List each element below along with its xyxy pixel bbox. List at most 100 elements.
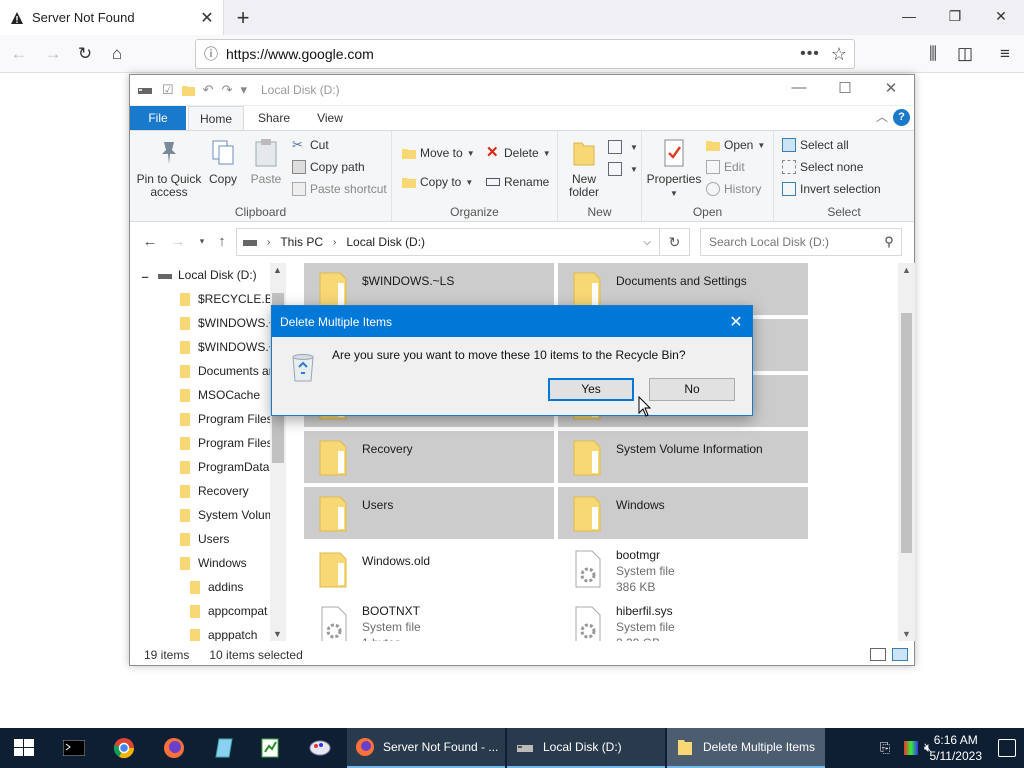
nav-item[interactable]: Program Files (178, 407, 273, 431)
back-arrow-icon[interactable]: ← (8, 43, 30, 65)
network-icon[interactable]: ⎘ (880, 740, 898, 756)
taskbar-clock[interactable]: 6:16 AM 5/11/2023 (930, 732, 983, 764)
close-tab-icon[interactable]: ✕ (197, 8, 217, 28)
paste-button[interactable]: Paste (246, 137, 286, 186)
nav-item[interactable]: $RECYCLE.BIN (178, 287, 285, 311)
undo-icon[interactable]: ↶ (203, 82, 214, 98)
chrome-icon[interactable] (100, 728, 148, 768)
rename-button[interactable]: Rename (486, 172, 549, 192)
new-folder-button[interactable]: New folder (562, 137, 606, 199)
history-button[interactable]: History (706, 179, 761, 199)
nav-item[interactable]: ▁ Local Disk (D:) (142, 263, 257, 287)
new-item-button[interactable]: ▼ (608, 137, 638, 157)
properties-quick-icon[interactable]: ☑ (162, 82, 174, 98)
tab-file[interactable]: File (130, 106, 186, 130)
notifications-icon[interactable] (998, 739, 1016, 757)
nav-item[interactable]: MSOCache (178, 383, 260, 407)
bookmark-star-icon[interactable]: ☆ (824, 44, 854, 65)
copy-to-button[interactable]: Copy to ▼ (402, 172, 473, 192)
notepad-icon[interactable] (200, 728, 248, 768)
collapse-ribbon-icon[interactable]: ︿ (876, 108, 888, 125)
qat-dropdown-icon[interactable]: ▾ (240, 82, 247, 98)
content-scrollbar-thumb[interactable] (901, 313, 912, 553)
paint-icon[interactable] (296, 728, 344, 768)
new-tab-icon[interactable]: + (232, 5, 254, 31)
nav-item[interactable]: appcompat (188, 599, 267, 623)
move-to-button[interactable]: Move to ▼ (402, 143, 475, 163)
tab-share[interactable]: Share (248, 106, 300, 130)
delete-button[interactable]: ✕ Delete ▼ (486, 143, 551, 163)
paste-shortcut-button[interactable]: Paste shortcut (292, 179, 387, 199)
address-dropdown-icon[interactable]: ⌵ (643, 237, 651, 248)
cut-button[interactable]: ✂ Cut (292, 135, 329, 155)
new-folder-quick-icon[interactable] (181, 84, 195, 96)
explorer-minimize-icon[interactable]: — (776, 79, 822, 96)
search-icon[interactable]: ⚲ (877, 234, 901, 250)
minimize-icon[interactable]: — (886, 0, 932, 35)
url-text[interactable]: https://www.google.com (226, 46, 796, 62)
url-bar[interactable]: ⓘ https://www.google.com ••• ☆ (195, 39, 855, 69)
open-button[interactable]: Open ▼ (706, 135, 765, 155)
invert-selection-button[interactable]: Invert selection (782, 179, 881, 199)
pin-to-quick-access-button[interactable]: Pin to Quick access (136, 137, 202, 199)
breadcrumb-separator-icon[interactable]: › (333, 237, 336, 248)
search-placeholder[interactable]: Search Local Disk (D:) (701, 235, 877, 249)
folder-tile[interactable]: Recovery (304, 431, 554, 483)
nav-item[interactable]: Windows (178, 551, 247, 575)
spreadsheet-icon[interactable] (246, 728, 294, 768)
details-view-icon[interactable] (870, 648, 886, 661)
folder-tile[interactable]: Windows (558, 487, 808, 539)
tab-view[interactable]: View (304, 106, 356, 130)
breadcrumb-this-pc[interactable]: This PC (280, 235, 323, 249)
explorer-maximize-icon[interactable]: ☐ (822, 79, 868, 97)
forward-arrow-icon[interactable]: → (42, 43, 64, 65)
windows-start-icon[interactable] (0, 728, 48, 768)
restore-icon[interactable]: ❐ (932, 0, 978, 35)
nav-scroll-down-icon[interactable]: ▼ (273, 629, 282, 639)
folder-tile[interactable]: Users (304, 487, 554, 539)
taskbar-firefox-window[interactable]: Server Not Found - ... (347, 728, 505, 768)
yes-button[interactable]: Yes (548, 378, 634, 401)
content-scrollbar[interactable]: ▲ ▼ (898, 263, 915, 641)
terminal-icon[interactable] (50, 728, 98, 768)
help-icon[interactable]: ? (893, 109, 910, 126)
refresh-icon[interactable]: ↻ (660, 228, 690, 256)
file-tile[interactable]: hiberfil.sys System file2.39 GB (558, 599, 808, 641)
sidebar-icon[interactable]: ◫ (954, 43, 976, 65)
file-tile[interactable]: BOOTNXT System file1 bytes (304, 599, 554, 641)
select-all-button[interactable]: Select all (782, 135, 849, 155)
library-icon[interactable]: ⫼ (922, 43, 944, 65)
page-actions-icon[interactable]: ••• (796, 45, 824, 63)
easy-access-button[interactable]: ▼ (608, 159, 638, 179)
folder-tile[interactable]: System Volume Information (558, 431, 808, 483)
browser-tab[interactable]: Server Not Found ✕ (0, 0, 224, 35)
nav-item[interactable]: Users (178, 527, 229, 551)
up-icon[interactable]: ↑ (212, 233, 232, 250)
recent-locations-icon[interactable]: ▾ (192, 236, 212, 247)
properties-button[interactable]: Properties ▼ (646, 137, 702, 200)
large-icons-view-icon[interactable] (892, 648, 908, 661)
info-icon[interactable]: ⓘ (196, 44, 226, 64)
nav-item[interactable]: ProgramData (178, 455, 269, 479)
scroll-down-icon[interactable]: ▼ (898, 629, 915, 639)
redo-icon[interactable]: ↷ (222, 82, 233, 98)
edit-button[interactable]: Edit (706, 157, 745, 177)
folder-tile[interactable]: Windows.old (304, 543, 554, 595)
reload-icon[interactable]: ↻ (74, 43, 96, 65)
copy-path-button[interactable]: Copy path (292, 157, 365, 177)
nav-scroll-up-icon[interactable]: ▲ (273, 265, 282, 275)
taskbar-dialog-window[interactable]: Delete Multiple Items (667, 728, 825, 768)
taskbar-explorer-window[interactable]: Local Disk (D:) (507, 728, 665, 768)
tab-home[interactable]: Home (188, 106, 244, 130)
file-tile[interactable]: bootmgr System file 386 KB (558, 543, 808, 595)
forward-icon[interactable]: → (168, 233, 188, 250)
copy-button[interactable]: Copy (206, 137, 240, 186)
breadcrumb-local-disk[interactable]: Local Disk (D:) (346, 235, 425, 249)
firefox-icon[interactable] (150, 728, 198, 768)
no-button[interactable]: No (649, 378, 735, 401)
back-icon[interactable]: ← (140, 233, 160, 250)
breadcrumb-separator-icon[interactable]: › (267, 237, 270, 248)
select-none-button[interactable]: Select none (782, 157, 863, 177)
explorer-close-icon[interactable]: ✕ (868, 79, 914, 97)
address-bar[interactable]: › This PC › Local Disk (D:) ⌵ (236, 228, 660, 256)
